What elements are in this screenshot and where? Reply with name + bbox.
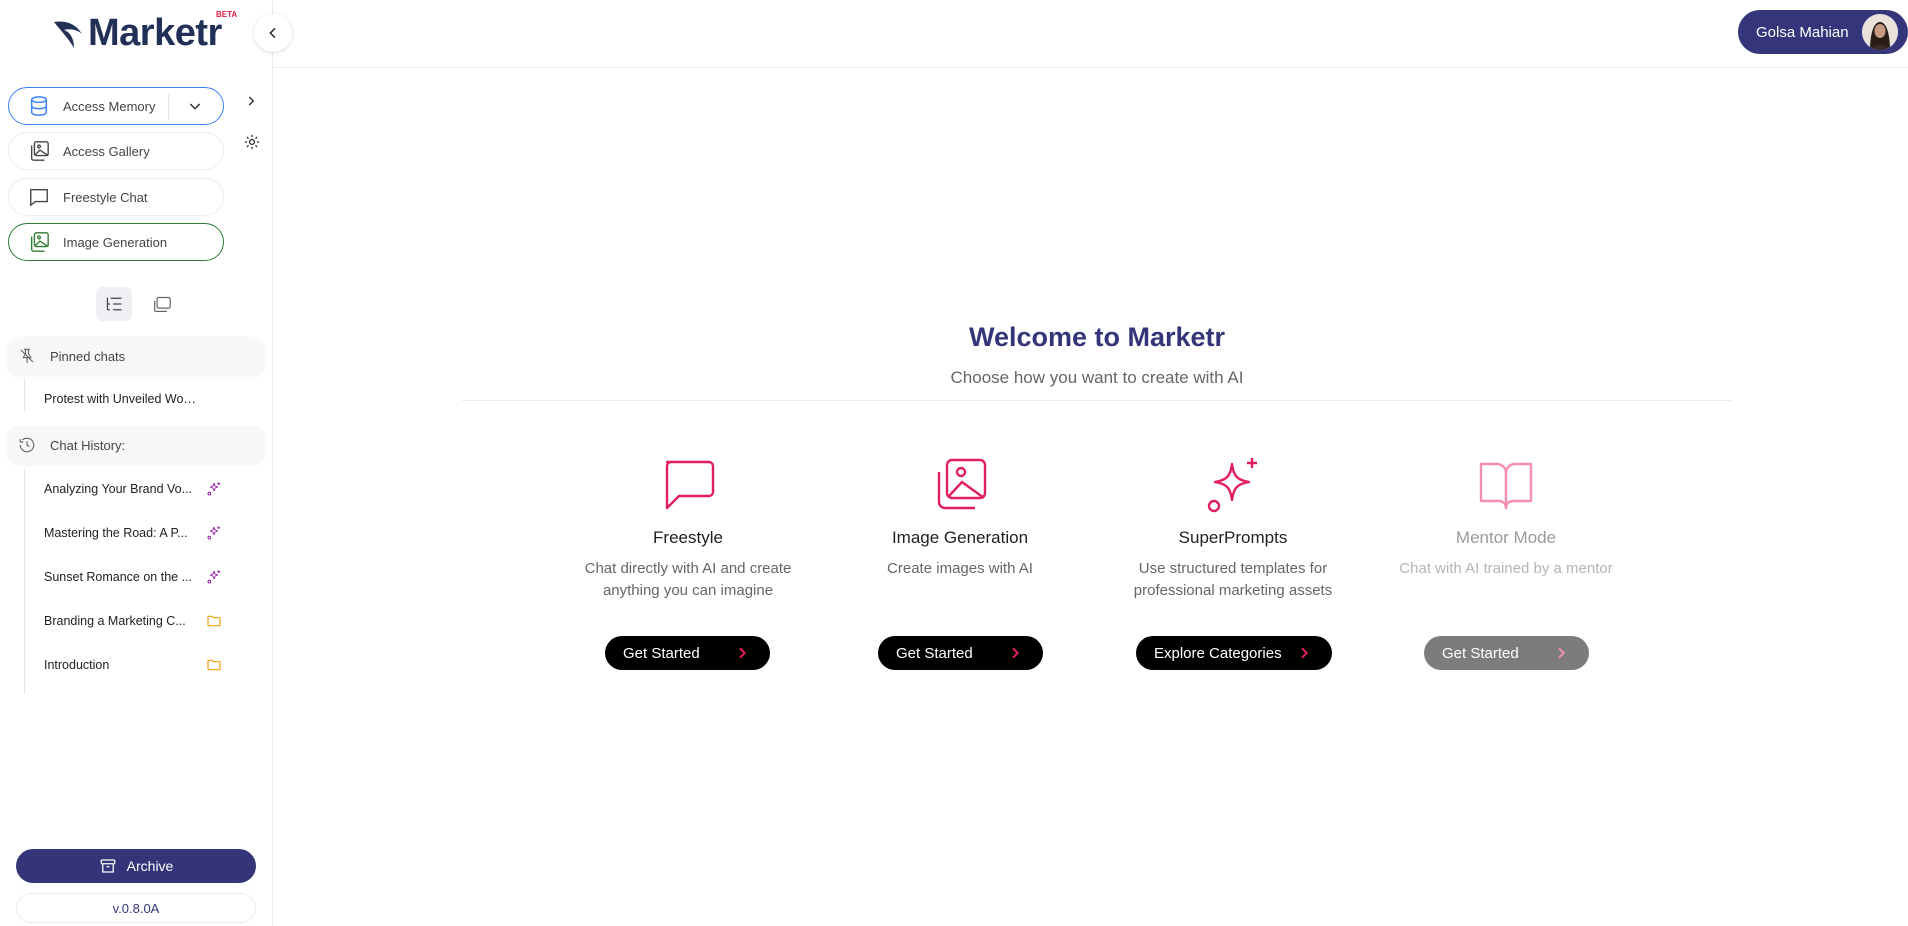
sidebar: Marketr BETA Access Memory Access Galler…: [0, 0, 273, 926]
sparkle-icon: [206, 481, 222, 497]
top-bar: [273, 0, 1908, 68]
user-menu-button[interactable]: Golsa Mahian: [1738, 10, 1908, 54]
image-generation-button[interactable]: Image Generation: [8, 223, 224, 261]
card-description: Chat directly with AI and create anythin…: [584, 560, 792, 599]
chevron-down-icon[interactable]: [187, 98, 203, 119]
book-icon: [1386, 456, 1626, 514]
version-label: v.0.8.0A: [16, 893, 256, 923]
chevron-right-icon: [734, 645, 750, 661]
page-subtitle: Choose how you want to create with AI: [950, 368, 1244, 387]
access-gallery-button[interactable]: Access Gallery: [8, 132, 224, 170]
marketr-logo[interactable]: Marketr BETA: [52, 10, 237, 55]
list-item[interactable]: Introduction: [44, 655, 254, 675]
chat-bubble-icon: [568, 456, 808, 514]
tree-line: [24, 378, 25, 412]
logo-text: Marketr: [88, 12, 222, 54]
archive-icon: [100, 859, 116, 873]
card-title: Freestyle: [653, 528, 723, 547]
chat-history-label: Chat History:: [50, 437, 126, 453]
superprompts-card[interactable]: SuperPrompts Use structured templates fo…: [1113, 456, 1353, 602]
button-label: Get Started: [1442, 644, 1519, 662]
chevron-right-icon: [1007, 645, 1023, 661]
card-description: Use structured templates for professiona…: [1133, 560, 1333, 599]
gallery-icon: [27, 139, 51, 163]
freestyle-get-started-button[interactable]: Get Started: [605, 636, 770, 670]
collapse-sidebar-button[interactable]: [254, 14, 292, 52]
button-label: Get Started: [623, 644, 700, 662]
pinned-chat-title: Protest with Unveiled Women...: [44, 392, 198, 406]
archive-button[interactable]: Archive: [16, 849, 256, 883]
access-gallery-label: Access Gallery: [63, 143, 150, 159]
button-label: Explore Categories: [1154, 644, 1282, 662]
list-item[interactable]: Protest with Unveiled Women...: [44, 389, 254, 409]
tree-line: [24, 468, 25, 694]
chevron-right-icon: [1296, 645, 1312, 661]
pin-icon: [18, 347, 36, 365]
image-generation-card[interactable]: Image Generation Create images with AI: [840, 456, 1080, 580]
list-item[interactable]: Sunset Romance on the ...: [44, 567, 254, 587]
page-title: Welcome to Marketr: [968, 322, 1226, 352]
archive-label: Archive: [126, 858, 174, 874]
chat-title: Branding a Marketing C...: [44, 614, 186, 628]
freestyle-chat-button[interactable]: Freestyle Chat: [8, 178, 224, 216]
folder-icon: [206, 613, 222, 629]
image-generation-label: Image Generation: [63, 234, 168, 250]
access-memory-label: Access Memory: [63, 98, 156, 114]
folder-view-button[interactable]: [144, 287, 180, 321]
chat-title: Mastering the Road: A P...: [44, 526, 188, 540]
list-item[interactable]: Mastering the Road: A P...: [44, 523, 254, 543]
list-view-button[interactable]: [96, 287, 132, 321]
chat-title: Introduction: [44, 658, 110, 672]
chat-history-header[interactable]: Chat History:: [8, 426, 264, 464]
folder-icon: [206, 657, 222, 673]
avatar: [1862, 14, 1898, 50]
access-memory-button[interactable]: Access Memory: [8, 87, 224, 125]
beta-badge: BETA: [216, 10, 238, 19]
button-label: Get Started: [896, 644, 973, 662]
history-icon: [18, 436, 36, 454]
card-description: Chat with AI trained by a mentor: [1399, 560, 1613, 577]
image-icon: [840, 456, 1080, 514]
view-toggle: [96, 287, 180, 321]
divider: [168, 94, 169, 120]
list-icon: [106, 297, 122, 311]
sparkle-icon: [1113, 456, 1353, 514]
freestyle-chat-label: Freestyle Chat: [63, 189, 148, 205]
chat-title: Analyzing Your Brand Vo...: [44, 482, 193, 496]
chevron-left-icon: [269, 27, 276, 39]
pinned-chats-label: Pinned chats: [50, 348, 126, 364]
freestyle-card[interactable]: Freestyle Chat directly with AI and crea…: [568, 456, 808, 602]
gear-icon[interactable]: [243, 133, 261, 156]
mentor-mode-card[interactable]: Mentor Mode Chat with AI trained by a me…: [1386, 456, 1626, 580]
chevron-right-icon: [1553, 645, 1569, 661]
chat-bubble-icon: [27, 185, 51, 209]
image-generation-get-started-button[interactable]: Get Started: [878, 636, 1043, 670]
sparkle-icon: [206, 525, 222, 541]
user-name: Golsa Mahian: [1756, 23, 1849, 41]
bird-logo-icon: [54, 21, 82, 48]
divider: [462, 400, 1732, 401]
explore-categories-button[interactable]: Explore Categories: [1136, 636, 1332, 670]
card-title: Mentor Mode: [1455, 528, 1557, 547]
list-item[interactable]: Analyzing Your Brand Vo...: [44, 479, 254, 499]
card-title: Image Generation: [891, 528, 1029, 547]
folders-icon: [154, 296, 171, 312]
card-description: Create images with AI: [887, 560, 1033, 577]
mentor-mode-get-started-button[interactable]: Get Started: [1424, 636, 1589, 670]
image-icon: [27, 230, 51, 254]
sparkle-icon: [206, 569, 222, 585]
card-title: SuperPrompts: [1178, 528, 1288, 547]
pinned-chats-header[interactable]: Pinned chats: [8, 337, 264, 375]
database-icon: [27, 94, 51, 118]
chevron-right-icon[interactable]: [244, 94, 258, 113]
chat-title: Sunset Romance on the ...: [44, 570, 193, 584]
list-item[interactable]: Branding a Marketing C...: [44, 611, 254, 631]
